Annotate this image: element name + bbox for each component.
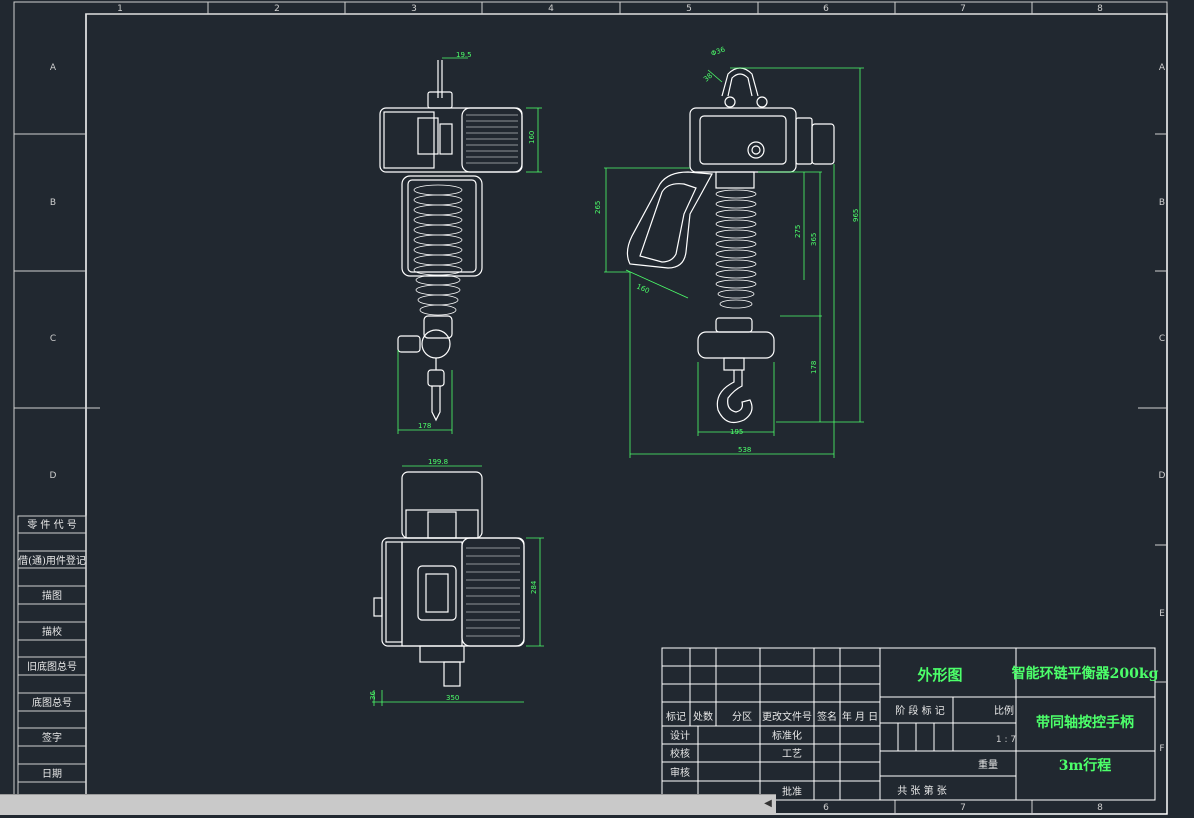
scroll-right-arrow-icon[interactable]: ◀ (762, 798, 774, 810)
weight-label: 重量 (978, 758, 998, 771)
col-label: 1 (117, 4, 123, 14)
role-cell: 审核 (670, 766, 690, 779)
row-labels: A B C D A B C D E F (50, 63, 1166, 754)
stroke-label: 3m行程 (1059, 757, 1112, 774)
col-label: 5 (686, 4, 692, 14)
row-label: B (1159, 198, 1165, 208)
side-label: 借(通)用件登记 (18, 554, 86, 567)
column-ticks (207, 2, 1033, 814)
product-name: 智能环链平衡器200kg (1011, 665, 1159, 682)
col-label: 8 (1097, 4, 1103, 14)
side-label: 描校 (42, 625, 62, 638)
column-labels-top: 1 2 3 4 5 6 7 8 (117, 4, 1103, 14)
bottom-view (373, 471, 525, 687)
sheet-info: 共 张 第 张 (897, 784, 947, 797)
drawing-sheet: 1 2 3 4 5 6 7 8 6 7 8 A B C D A B C D E … (13, 1, 1168, 815)
row-label: F (1159, 744, 1164, 754)
dim-label: 199.8 (428, 458, 448, 466)
ratio-label: 比例 (994, 704, 1014, 717)
role-cell: 设计 (670, 729, 690, 742)
col-label: 2 (274, 4, 280, 14)
col-label: 7 (960, 4, 966, 14)
row-label: A (1159, 63, 1166, 73)
side-table-labels: 零 件 代 号 借(通)用件登记 描图 描校 旧底图总号 底图总号 签字 日期 (18, 519, 86, 780)
header-cell: 标记 (666, 711, 686, 723)
dim-label: 19.5 (456, 51, 472, 59)
dim-label: 350 (446, 694, 459, 702)
stage-label: 阶 段 标 记 (895, 704, 945, 717)
dim-label: 265 (594, 201, 602, 214)
col-label: 6 (823, 4, 829, 14)
horizontal-scrollbar[interactable]: ◀ (0, 794, 776, 815)
side-view-dims (397, 57, 542, 434)
dim-label: 178 (418, 422, 431, 430)
side-label: 底图总号 (32, 696, 72, 709)
role-cell: 校核 (670, 747, 690, 760)
row-ticks (14, 133, 1167, 683)
row-label: C (1159, 334, 1165, 344)
drawing-type: 外形图 (916, 666, 962, 684)
column-labels-bottom: 6 7 8 (823, 803, 1103, 813)
dim-label: 538 (738, 446, 751, 454)
side-label: 签字 (42, 731, 62, 744)
role-cell: 批准 (782, 785, 802, 798)
inner-frame (85, 13, 1168, 815)
side-label: 零 件 代 号 (27, 519, 77, 531)
front-view (626, 67, 835, 423)
dim-label: 365 (810, 233, 818, 246)
row-label: D (1159, 471, 1166, 481)
title-block-text: 外形图 智能环链平衡器200kg 带同轴按控手柄 3m行程 标记 处数 分区 更… (666, 665, 1159, 798)
role-cell: 标准化 (772, 729, 802, 742)
dim-label: 160 (528, 131, 536, 144)
outer-frame (13, 1, 1168, 815)
ratio-value: 1 : 7 (996, 735, 1016, 745)
side-view (379, 60, 523, 422)
front-view-dims (604, 67, 864, 458)
dim-label: 36 (369, 691, 377, 700)
side-label: 描图 (42, 589, 62, 602)
bottom-view-dims (372, 465, 544, 706)
dim-label: 195 (730, 428, 743, 436)
product-subtitle: 带同轴按控手柄 (1036, 714, 1134, 731)
dim-label: Φ36 (710, 45, 727, 58)
side-label: 旧底图总号 (27, 660, 77, 673)
row-label: E (1159, 609, 1165, 619)
dim-label: 178 (810, 361, 818, 374)
side-label: 日期 (42, 768, 62, 780)
header-cell: 分区 (732, 711, 752, 723)
row-label: B (50, 198, 56, 208)
header-cell: 签名 (817, 710, 837, 723)
row-label: D (50, 471, 57, 481)
col-label: 4 (548, 4, 554, 14)
col-label: 7 (960, 803, 966, 813)
col-label: 8 (1097, 803, 1103, 813)
dim-label: 160 (635, 283, 650, 296)
col-label: 3 (411, 4, 417, 14)
dim-label: 284 (530, 580, 538, 594)
dim-label: 965 (852, 209, 860, 222)
header-cell: 处数 (693, 710, 713, 723)
col-label: 6 (823, 803, 829, 813)
header-cell: 年 月 日 (842, 710, 878, 723)
dim-label: 275 (794, 225, 802, 238)
header-cell: 更改文件号 (762, 710, 812, 723)
role-cell: 工艺 (782, 748, 802, 760)
row-label: C (50, 334, 56, 344)
row-label: A (50, 63, 57, 73)
